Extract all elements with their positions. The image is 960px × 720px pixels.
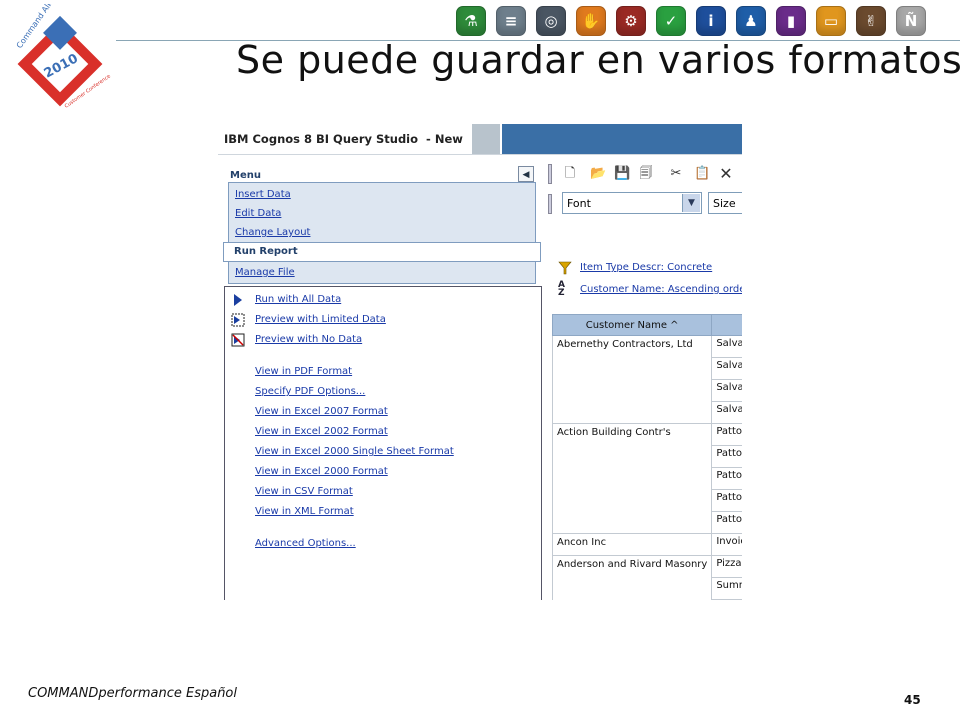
app-title: IBM Cognos 8 BI Query Studio - New (224, 132, 463, 146)
cut-icon[interactable]: ✂ (668, 166, 684, 182)
menu-header-label: Menu (230, 170, 261, 181)
toolbar-grip[interactable] (548, 164, 552, 184)
preview-no-data-link[interactable]: Preview with No Data (255, 334, 362, 345)
font-select-value: Font (567, 197, 591, 210)
preview-no-data-icon (231, 333, 245, 347)
menu-list: Insert Data Edit Data Change Layout Mana… (228, 182, 536, 284)
door-icon[interactable]: ▮ (776, 6, 806, 36)
flask-icon[interactable]: ⚗ (456, 6, 486, 36)
table-row: Anderson and Rivard MasonryPizza t (551, 555, 742, 600)
run-all-icon (234, 294, 242, 306)
icon-strip: ⚗ ≡ ◎ ✋ ⚙ ✓ i ♟ ▮ ▭ ✌ Ñ (456, 6, 926, 36)
collapse-menu-button[interactable]: ◀ (518, 166, 534, 182)
title-bar-banner (502, 124, 742, 154)
menu-item-edit-data[interactable]: Edit Data (235, 208, 281, 219)
filter-link[interactable]: Item Type Descr: Concrete (580, 262, 712, 273)
preview-limited-data-link[interactable]: Preview with Limited Data (255, 314, 386, 325)
size-select-value: Size (713, 197, 736, 210)
font-select[interactable]: Font ▼ (562, 192, 702, 214)
delete-icon[interactable]: ✕ (718, 166, 734, 182)
menu-item-run-report[interactable]: Run Report (223, 242, 541, 262)
open-folder-icon[interactable]: 📂 (590, 166, 606, 182)
stack-icon[interactable]: ≡ (496, 6, 526, 36)
view-xml-link[interactable]: View in XML Format (255, 506, 354, 517)
preview-limited-icon (231, 313, 245, 327)
item-cell: Pizza t (711, 555, 742, 578)
hand-icon[interactable]: ✋ (576, 6, 606, 36)
column-header-blank[interactable] (711, 314, 742, 336)
n-tilde-icon[interactable]: Ñ (896, 6, 926, 36)
hand-ok-icon[interactable]: ✌ (856, 6, 886, 36)
slide-title: Se puede guardar en varios formatos (236, 38, 960, 82)
customer-cell: Abernethy Contractors, Ltd (551, 335, 713, 424)
customer-cell: Ancon Inc (551, 533, 713, 556)
menu-item-insert-data[interactable]: Insert Data (235, 189, 291, 200)
toolbar-grip[interactable] (548, 194, 552, 214)
chevron-down-icon[interactable]: ▼ (682, 194, 700, 212)
view-csv-link[interactable]: View in CSV Format (255, 486, 353, 497)
view-excel-2000-link[interactable]: View in Excel 2000 Format (255, 466, 388, 477)
footer-text: COMMANDperformance Español (28, 686, 237, 701)
gears-icon[interactable]: ⚙ (616, 6, 646, 36)
item-cell: Salvat (711, 379, 742, 402)
table-row: Ancon IncInvoic (551, 533, 742, 556)
menu-item-change-layout[interactable]: Change Layout (235, 227, 310, 238)
column-header-customer-name[interactable]: Customer Name ^ (551, 314, 713, 336)
save-as-icon[interactable]: 🗐 (638, 166, 654, 182)
person-desk-icon[interactable]: ♟ (736, 6, 766, 36)
paste-icon[interactable]: 📋 (694, 166, 710, 182)
item-cell: Salvat (711, 357, 742, 380)
filter-icon (558, 261, 572, 275)
view-excel-2000-single-link[interactable]: View in Excel 2000 Single Sheet Format (255, 446, 454, 457)
view-pdf-link[interactable]: View in PDF Format (255, 366, 352, 377)
screen-icon[interactable]: ▭ (816, 6, 846, 36)
app-title-bar: IBM Cognos 8 BI Query Studio - New (218, 124, 742, 155)
item-cell: Salvat (711, 335, 742, 358)
globe-icon[interactable]: ◎ (536, 6, 566, 36)
item-cell: Invoic (711, 533, 742, 556)
title-bar-divider (472, 124, 500, 154)
query-studio-screenshot: IBM Cognos 8 BI Query Studio - New Menu … (218, 120, 742, 600)
sort-link[interactable]: Customer Name: Ascending order (580, 284, 742, 295)
view-excel-2007-link[interactable]: View in Excel 2007 Format (255, 406, 388, 417)
item-cell: Salvat (711, 401, 742, 424)
item-cell: Pattor (711, 467, 742, 490)
item-cell: Summ (711, 577, 742, 600)
customer-cell: Action Building Contr's (551, 423, 713, 534)
menu-item-manage-file[interactable]: Manage File (235, 267, 295, 278)
info-icon[interactable]: i (696, 6, 726, 36)
run-report-submenu: Run with All Data Preview with Limited D… (224, 286, 542, 600)
table-row: Action Building Contr'sPattor (551, 423, 742, 534)
item-cell: Pizza t (711, 599, 742, 600)
advanced-options-link[interactable]: Advanced Options... (255, 538, 356, 549)
pdf-options-link[interactable]: Specify PDF Options... (255, 386, 365, 397)
check-icon[interactable]: ✓ (656, 6, 686, 36)
conference-logo: 2010 Command Alkon Customer Conference (15, 4, 112, 110)
size-select[interactable]: Size (708, 192, 742, 214)
item-cell: Pattor (711, 511, 742, 534)
view-excel-2002-link[interactable]: View in Excel 2002 Format (255, 426, 388, 437)
page-number: 45 (904, 693, 921, 707)
report-table: Customer Name ^ Abernethy Contractors, L… (551, 314, 742, 600)
item-cell: Pattor (711, 489, 742, 512)
sort-az-icon: AZ (558, 280, 565, 298)
new-document-icon[interactable]: 🗋 (562, 166, 578, 182)
table-row: Abernethy Contractors, LtdSalvat (551, 335, 742, 424)
run-report-label: Run Report (234, 246, 298, 257)
item-cell: Pattor (711, 423, 742, 446)
customer-cell: Anderson and Rivard Masonry (551, 555, 713, 600)
run-all-data-link[interactable]: Run with All Data (255, 294, 341, 305)
save-icon[interactable]: 💾 (614, 166, 630, 182)
item-cell: Pattor (711, 445, 742, 468)
